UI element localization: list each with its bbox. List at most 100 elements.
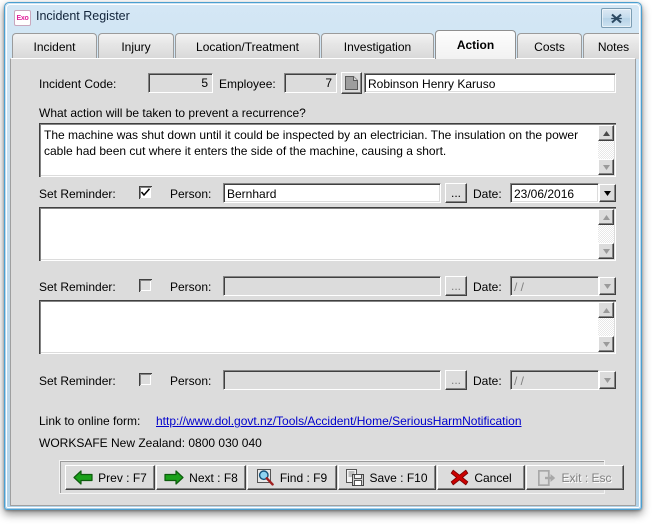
- online-form-label: Link to online form:: [39, 414, 141, 428]
- date-label-3: Date:: [473, 374, 502, 388]
- set-reminder-checkbox-1[interactable]: [139, 186, 152, 199]
- person-label-1: Person:: [170, 187, 212, 201]
- scroll-down-icon[interactable]: [598, 159, 614, 175]
- tab-label: Investigation: [343, 39, 412, 54]
- action-answer-memo[interactable]: The machine was shut down until it could…: [39, 123, 616, 177]
- scroll-up-icon[interactable]: [598, 125, 614, 141]
- ellipsis-icon: ...: [450, 186, 461, 200]
- person-label-2: Person:: [170, 280, 212, 294]
- chevron-down-icon: [604, 377, 611, 383]
- employee-lookup-button[interactable]: [341, 72, 362, 94]
- tab-notes[interactable]: Notes: [583, 33, 639, 59]
- checkmark-icon: [141, 188, 150, 197]
- tab-investigation[interactable]: Investigation: [321, 33, 434, 59]
- action-tab-panel: Incident Code: 5 Employee: 7 Robinson He…: [10, 58, 636, 506]
- prev-button-label: Prev : F7: [98, 470, 147, 485]
- tab-label: Costs: [534, 39, 565, 54]
- person-label-3: Person:: [170, 374, 212, 388]
- reminder-note-scrollbar-1[interactable]: [598, 209, 614, 259]
- red-cross-icon: [451, 469, 469, 486]
- set-reminder-checkbox-2[interactable]: [139, 279, 152, 292]
- employee-code-value: 7: [325, 76, 332, 90]
- reminder-note-scrollbar-2[interactable]: [598, 302, 614, 352]
- employee-code-field[interactable]: 7: [284, 73, 337, 93]
- action-question-label: What action will be taken to prevent a r…: [39, 106, 306, 120]
- set-reminder-label-2: Set Reminder:: [39, 280, 116, 294]
- person-value-2: [224, 277, 440, 280]
- find-button[interactable]: Find : F9: [247, 465, 337, 490]
- tab-location-treatment[interactable]: Location/Treatment: [175, 33, 320, 59]
- title-bar[interactable]: Exo Incident Register: [7, 5, 639, 29]
- tab-incident[interactable]: Incident: [12, 33, 97, 59]
- tab-label: Location/Treatment: [196, 39, 299, 54]
- person-browse-button-1[interactable]: ...: [445, 183, 467, 203]
- action-answer-scrollbar[interactable]: [598, 125, 614, 175]
- date-field-2[interactable]: / /: [510, 276, 599, 296]
- set-reminder-checkbox-3[interactable]: [139, 373, 152, 386]
- incident-register-window: Exo Incident Register Incident Injury Lo…: [4, 2, 642, 510]
- reminder-note-memo-2[interactable]: [39, 300, 616, 354]
- date-field-1[interactable]: 23/06/2016: [510, 183, 599, 203]
- incident-code-field[interactable]: 5: [148, 73, 213, 93]
- date-value-3: / /: [514, 374, 525, 388]
- tab-label: Notes: [597, 39, 630, 54]
- person-field-1[interactable]: Bernhard: [223, 183, 441, 203]
- window-title: Incident Register: [36, 9, 130, 23]
- date-label-2: Date:: [473, 280, 502, 294]
- next-button-label: Next : F8: [189, 470, 238, 485]
- set-reminder-label-1: Set Reminder:: [39, 187, 116, 201]
- exit-button-label: Exit : Esc: [561, 470, 612, 485]
- date-dropdown-button-3[interactable]: [599, 371, 616, 389]
- scroll-up-icon[interactable]: [598, 302, 614, 318]
- employee-name-field[interactable]: Robinson Henry Karuso: [364, 73, 616, 93]
- date-label-1: Date:: [473, 187, 502, 201]
- ellipsis-icon: ...: [450, 279, 461, 293]
- employee-name-value: Robinson Henry Karuso: [368, 77, 496, 91]
- set-reminder-label-3: Set Reminder:: [39, 374, 116, 388]
- incident-code-label: Incident Code:: [39, 77, 117, 91]
- date-value-1: 23/06/2016: [514, 187, 575, 201]
- person-value-1: Bernhard: [227, 187, 277, 201]
- window-inner: Exo Incident Register Incident Injury Lo…: [6, 4, 640, 508]
- close-icon: [611, 13, 622, 23]
- employee-label: Employee:: [219, 77, 276, 91]
- tab-action[interactable]: Action: [435, 30, 516, 59]
- document-icon: [345, 76, 358, 90]
- exit-arrow-icon: [538, 469, 556, 486]
- exit-button[interactable]: Exit : Esc: [526, 465, 624, 490]
- scroll-up-icon[interactable]: [598, 209, 614, 225]
- chevron-down-icon: [604, 283, 611, 289]
- person-field-2[interactable]: [223, 276, 441, 296]
- person-field-3[interactable]: [223, 370, 441, 390]
- arrow-left-icon: [73, 470, 93, 485]
- date-value-2: / /: [514, 280, 525, 294]
- prev-button[interactable]: Prev : F7: [65, 465, 155, 490]
- tab-costs[interactable]: Costs: [517, 33, 582, 59]
- cancel-button[interactable]: Cancel: [437, 465, 525, 490]
- cancel-button-label: Cancel: [474, 470, 512, 485]
- magnifier-icon: [256, 469, 274, 486]
- person-value-3: [224, 371, 440, 374]
- arrow-right-icon: [164, 470, 184, 485]
- save-button[interactable]: Save : F10: [338, 465, 436, 490]
- action-answer-text: The machine was shut down until it could…: [44, 128, 579, 158]
- exo-logo-icon: Exo: [14, 10, 31, 26]
- chevron-down-icon: [604, 190, 611, 196]
- next-button[interactable]: Next : F8: [156, 465, 246, 490]
- online-form-link[interactable]: http://www.dol.govt.nz/Tools/Accident/Ho…: [156, 414, 522, 428]
- date-dropdown-button-2[interactable]: [599, 277, 616, 295]
- scroll-down-icon[interactable]: [598, 336, 614, 352]
- close-button[interactable]: [601, 8, 632, 28]
- ellipsis-icon: ...: [450, 373, 461, 387]
- date-field-3[interactable]: / /: [510, 370, 599, 390]
- date-dropdown-button-1[interactable]: [599, 184, 616, 202]
- save-button-label: Save : F10: [369, 470, 428, 485]
- person-browse-button-3[interactable]: ...: [445, 370, 467, 390]
- tab-injury[interactable]: Injury: [98, 33, 174, 59]
- scroll-down-icon[interactable]: [598, 243, 614, 259]
- reminder-note-memo-1[interactable]: [39, 207, 616, 261]
- person-browse-button-2[interactable]: ...: [445, 276, 467, 296]
- tab-bar[interactable]: Incident Injury Location/Treatment Inves…: [7, 29, 639, 59]
- tab-label: Action: [456, 38, 495, 52]
- save-icon: [346, 469, 365, 486]
